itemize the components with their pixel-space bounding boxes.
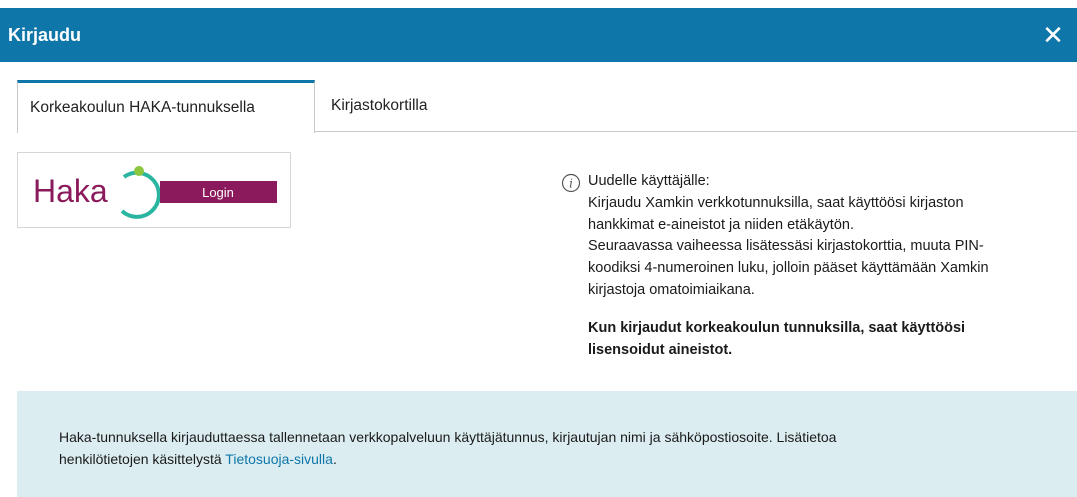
notice-line: henkilötietojen käsittelystä Tietosuoja-… [59, 448, 1035, 470]
notice-line: Haka-tunnuksella kirjauduttaessa tallenn… [59, 429, 837, 445]
notice-prefix: henkilötietojen käsittelystä [59, 451, 226, 467]
tab-library-card[interactable]: Kirjastokortilla [315, 80, 439, 132]
new-user-info: i Uudelle käyttäjälle: Kirjaudu Xamkin v… [561, 171, 1043, 361]
close-icon: ✕ [1042, 20, 1064, 50]
info-line: kirjastoja omatoimiaikana. [588, 281, 755, 298]
haka-logo-text: Haka [33, 173, 108, 209]
haka-arc-icon [120, 170, 161, 219]
info-icon: i [561, 173, 581, 193]
dialog-header: Kirjaudu ✕ [0, 8, 1077, 62]
info-line: Seuraavassa vaiheessa lisätessäsi kirjas… [588, 238, 984, 255]
haka-login-label: Login [202, 185, 234, 200]
haka-logo: Haka Login [33, 166, 277, 219]
info-bold-line: Kun kirjaudut korkeakoulun tunnuksilla, … [588, 319, 966, 336]
tab-library-card-label: Kirjastokortilla [331, 97, 428, 114]
svg-text:i: i [569, 177, 573, 191]
login-tabs: Korkeakoulun HAKA-tunnuksella Kirjastoko… [17, 80, 1077, 133]
privacy-notice: Haka-tunnuksella kirjauduttaessa tallenn… [17, 391, 1077, 497]
close-button[interactable]: ✕ [1039, 21, 1067, 49]
tab-haka[interactable]: Korkeakoulun HAKA-tunnuksella [17, 80, 315, 133]
dialog-title: Kirjaudu [8, 24, 82, 45]
info-bold-line: lisensoidut aineistot. [588, 341, 733, 358]
info-heading: Uudelle käyttäjälle: [588, 173, 710, 189]
info-line: Kirjaudu Xamkin verkkotunnuksilla, saat … [588, 194, 964, 211]
tab-haka-label: Korkeakoulun HAKA-tunnuksella [30, 99, 255, 116]
info-line: hankkimat e-aineistot ja niiden etäkäytö… [588, 216, 854, 233]
haka-dot-icon [134, 166, 144, 176]
info-line: koodiksi 4-numeroinen luku, jolloin pääs… [588, 260, 989, 277]
notice-suffix: . [332, 451, 337, 467]
privacy-page-link[interactable]: Tietosuoja-sivulla [225, 451, 333, 467]
haka-login-button[interactable]: Haka Login [17, 152, 291, 228]
